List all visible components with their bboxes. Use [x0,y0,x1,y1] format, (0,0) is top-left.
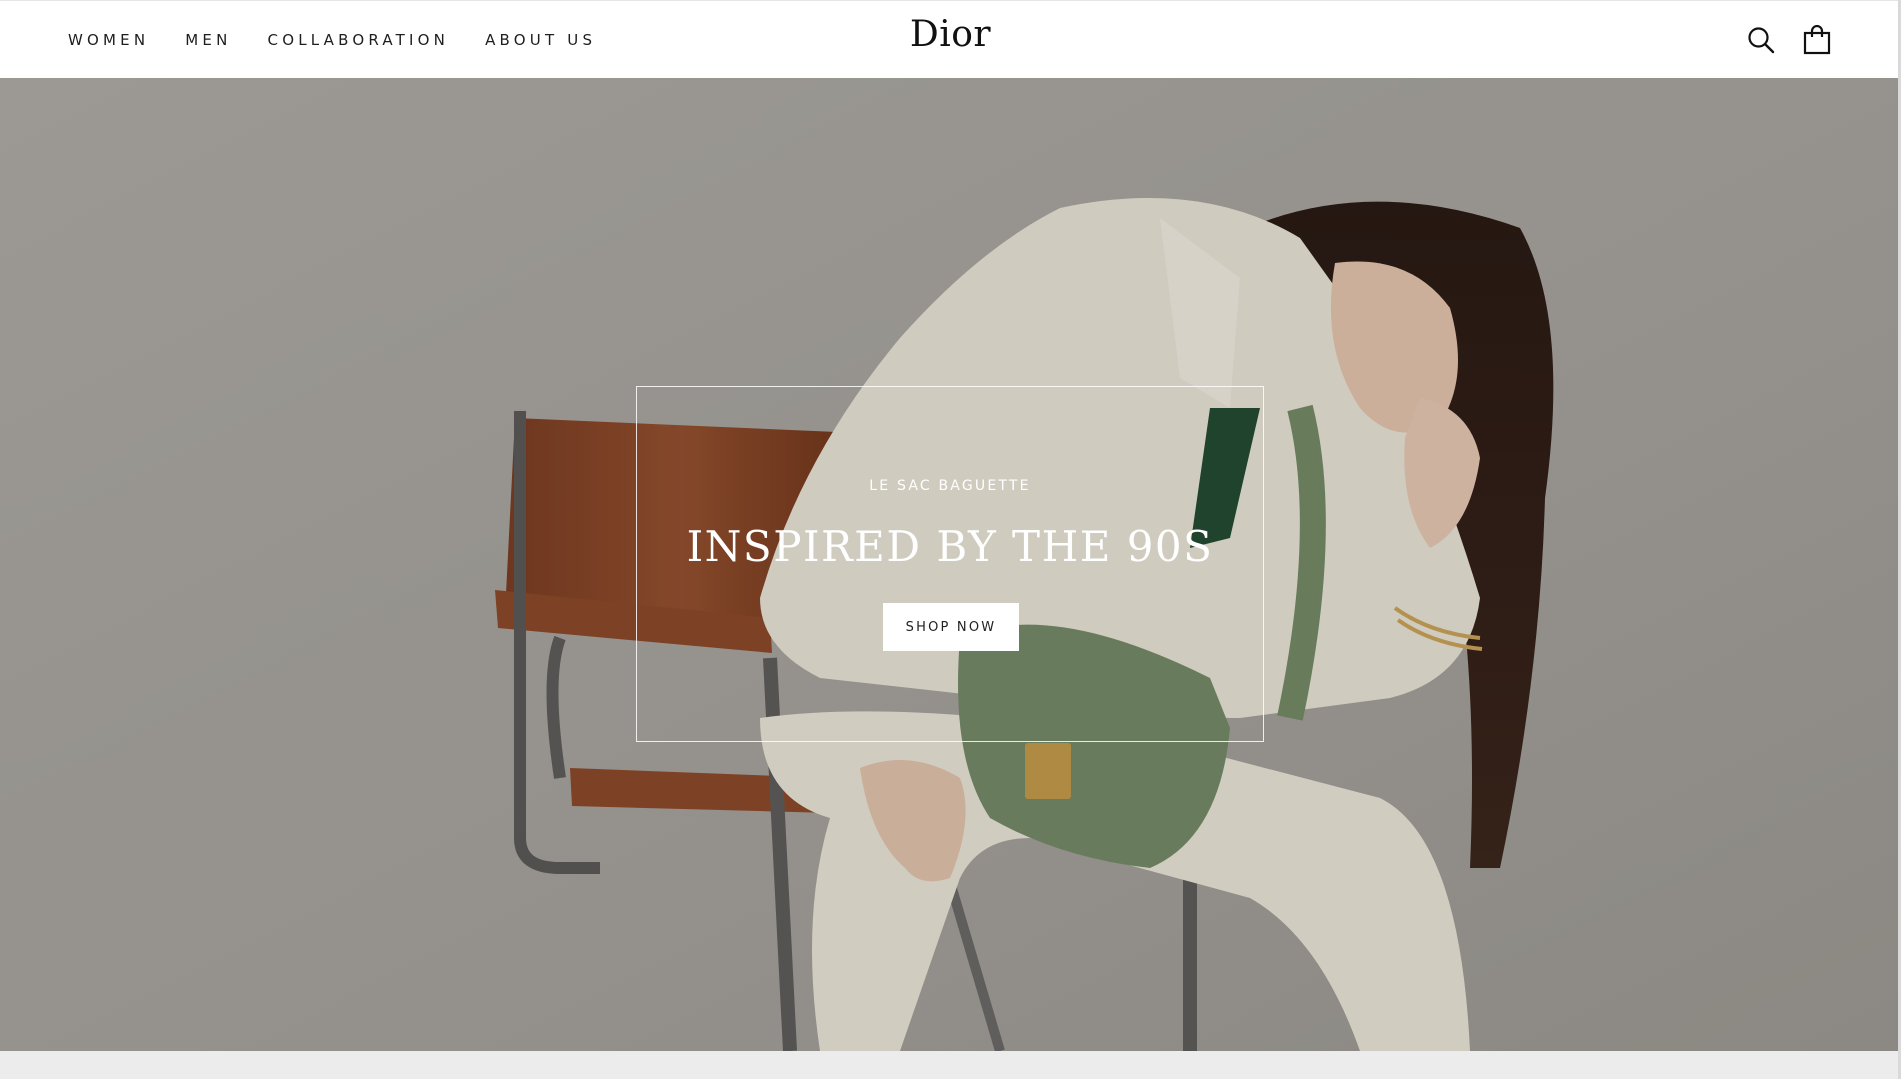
search-icon [1748,27,1775,54]
cart-button[interactable] [1800,23,1834,57]
hero-title: INSPIRED BY THE 90S [686,522,1214,571]
search-button[interactable] [1744,23,1778,57]
header-actions [1722,23,1834,57]
nav-item-collaboration[interactable]: COLLABORATION [268,31,450,49]
hero-callout: LE SAC BAGUETTE INSPIRED BY THE 90S SHOP… [636,386,1264,742]
main-nav: WOMEN MEN COLLABORATION ABOUT US [68,1,632,79]
hero-subtitle: LE SAC BAGUETTE [869,478,1031,494]
nav-item-men[interactable]: MEN [185,31,231,49]
brand-logo[interactable]: Dior [910,14,991,55]
site-header: WOMEN MEN COLLABORATION ABOUT US Dior [0,0,1901,78]
nav-item-about-us[interactable]: ABOUT US [485,31,596,49]
shopping-bag-icon [1803,25,1831,55]
nav-item-women[interactable]: WOMEN [68,31,149,49]
shop-now-button[interactable]: SHOP NOW [883,603,1019,651]
below-fold-strip [0,1051,1901,1079]
hero-banner: LE SAC BAGUETTE INSPIRED BY THE 90S SHOP… [0,78,1901,1051]
